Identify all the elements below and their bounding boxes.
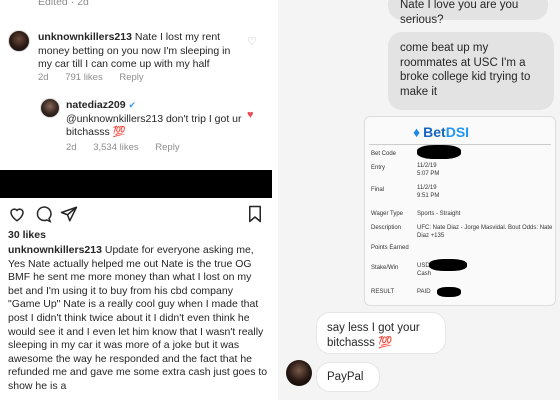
message-bubble-received: say less I got your bitchasss 💯 — [316, 312, 446, 354]
divider-bar — [0, 170, 272, 198]
post-caption: unknownkillers213 Update for everyone as… — [8, 244, 268, 394]
share-icon[interactable] — [60, 205, 78, 223]
reply-age: 2d — [66, 142, 77, 153]
slip-value: PAID — [417, 289, 431, 295]
message-bubble-received: PayPal — [316, 362, 380, 392]
heart-icon[interactable] — [8, 205, 26, 223]
redaction — [417, 145, 461, 159]
instagram-comments-panel: Edited · 2d unknownkillers213 Nate I los… — [0, 0, 272, 400]
post-username[interactable]: unknownkillers213 — [8, 244, 102, 256]
redaction — [437, 287, 461, 297]
post-likes[interactable]: 30 likes — [8, 229, 46, 241]
message-bubble-sent: come beat up my roommates at USC I'm a b… — [388, 32, 554, 110]
slip-label: RESULT — [371, 289, 395, 295]
avatar[interactable] — [8, 30, 30, 52]
divider — [369, 144, 551, 145]
slip-label: Stake/Win — [371, 265, 399, 271]
reply-username[interactable]: natediaz209 — [66, 99, 126, 111]
slip-label: Description — [371, 225, 402, 231]
post-actions — [8, 205, 264, 227]
diamond-icon: ♦ — [413, 124, 421, 140]
slip-value: Sports - Straight — [417, 211, 461, 217]
reply-meta: 2d 3,534 likes Reply — [66, 142, 194, 153]
bookmark-icon[interactable] — [246, 205, 264, 223]
verified-badge-icon: ✔ — [128, 100, 136, 110]
comment-reply: natediaz209 ✔ @unknownkillers213 don't t… — [66, 99, 246, 140]
avatar[interactable] — [286, 360, 312, 386]
betdsi-logo: ♦ BetDSI — [413, 124, 470, 140]
slip-label: Final — [371, 187, 385, 193]
message-bubble-sent: Nate I love you are you serious? — [388, 0, 548, 26]
slip-label: Points Earned — [371, 245, 409, 251]
post-caption-text: Update for everyone asking me, Yes Nate … — [8, 244, 268, 392]
slip-value: 11/2/19 9:51 PM — [417, 185, 440, 199]
redaction — [429, 259, 467, 271]
slip-label: Entry — [371, 165, 386, 171]
heart-filled-icon[interactable]: ♥ — [247, 109, 254, 121]
betslip-image[interactable]: ♦ BetDSI Bet Code Entry 11/2/19 5:07 PM F… — [364, 116, 556, 306]
dm-conversation-panel: Nate I love you are you serious? come be… — [278, 0, 560, 400]
avatar[interactable] — [40, 98, 60, 118]
reply-likes[interactable]: 3,534 likes — [93, 142, 138, 153]
heart-outline-icon[interactable]: ♡ — [247, 35, 257, 48]
reply-text: @unknownkillers213 don't trip I got ur b… — [66, 112, 242, 139]
slip-label: Wager Type — [371, 211, 404, 217]
comment-likes[interactable]: 791 likes — [65, 72, 103, 83]
reply-button[interactable]: Reply — [119, 72, 143, 83]
reply-button[interactable]: Reply — [155, 142, 179, 153]
edited-meta: Edited · 2d — [38, 0, 89, 8]
slip-value: UFC: Nate Diaz - Jorge Masvidal. Bout Od… — [417, 225, 553, 239]
comment-age: 2d — [38, 72, 49, 83]
slip-label: Bet Code — [371, 151, 397, 157]
comment-username[interactable]: unknownkillers213 — [38, 31, 132, 43]
comment: unknownkillers213 Nate I lost my rent mo… — [38, 31, 236, 72]
slip-value: 11/2/19 5:07 PM — [417, 163, 440, 177]
comment-icon[interactable] — [34, 205, 52, 223]
comment-meta: 2d 791 likes Reply — [38, 72, 158, 83]
